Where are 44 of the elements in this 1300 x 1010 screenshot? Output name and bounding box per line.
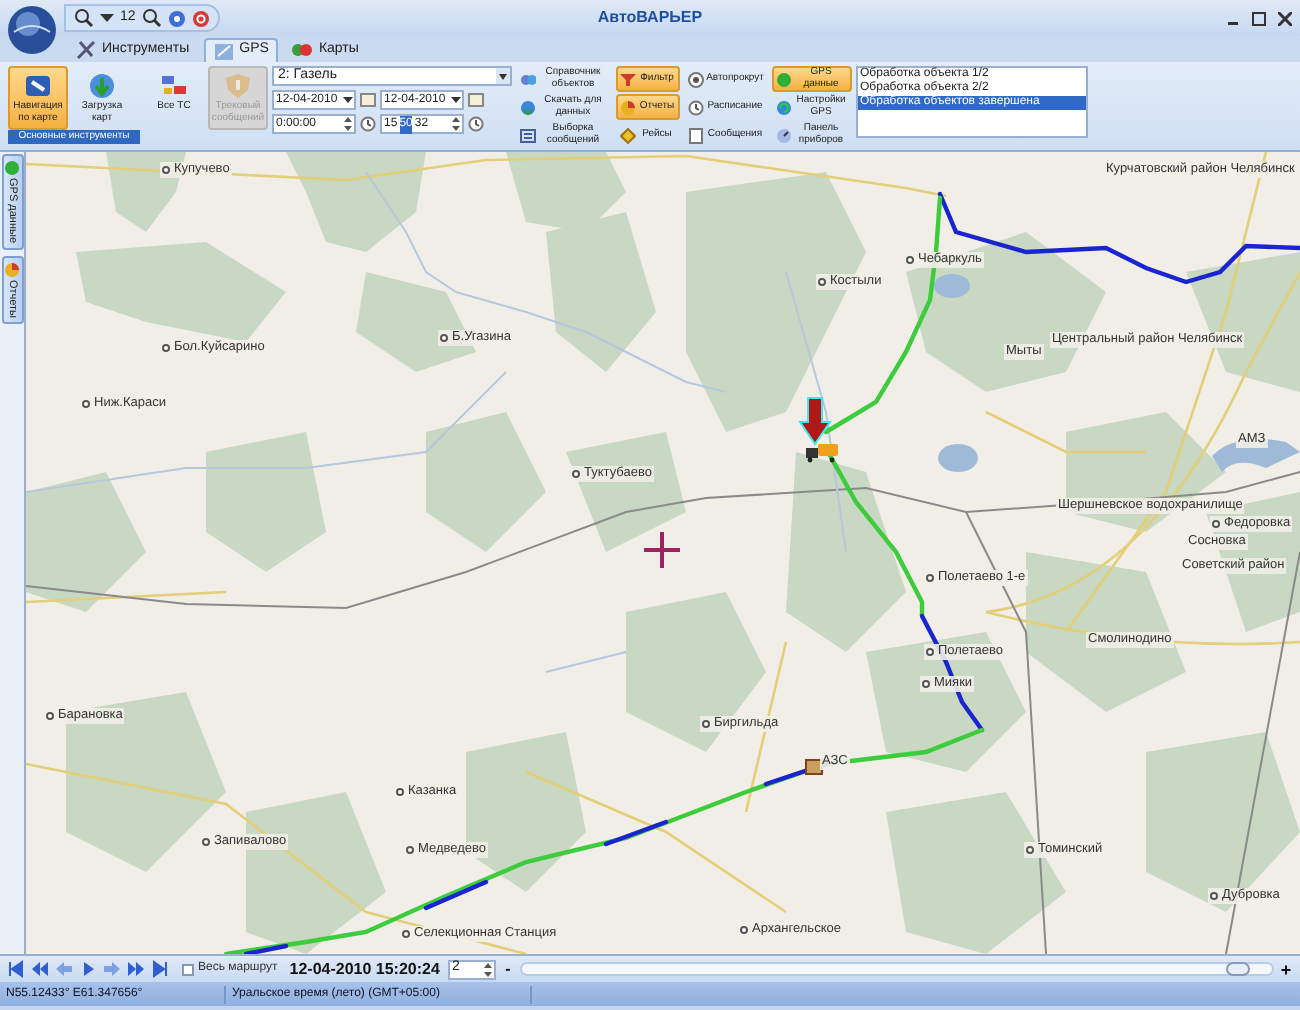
download-icon — [88, 72, 116, 100]
clock-icon — [688, 99, 704, 115]
pie-chart-icon — [4, 261, 20, 277]
zoom-in-button[interactable]: + — [1278, 961, 1294, 977]
funnel-icon — [620, 71, 636, 87]
zoom-out-button[interactable]: - — [499, 961, 516, 977]
crosshair-icon — [642, 530, 682, 570]
caret-icon[interactable] — [100, 12, 114, 24]
close-icon[interactable] — [1278, 11, 1292, 25]
window-title: АвтоВАРЬЕР — [595, 6, 705, 30]
zoom-out-icon[interactable] — [74, 8, 94, 28]
fast-forward-icon[interactable] — [126, 960, 146, 978]
gauge-icon — [776, 127, 792, 143]
clock-icon[interactable] — [360, 116, 376, 132]
fuel-station-icon — [805, 759, 823, 775]
document-icon — [688, 127, 704, 143]
diamond-icon — [620, 127, 636, 143]
dots-icon — [292, 40, 313, 60]
pie-chart-icon — [620, 99, 636, 115]
spinner-icon — [342, 116, 354, 132]
clock-icon[interactable] — [468, 116, 484, 132]
shield-icon — [224, 72, 252, 100]
caret-icon — [342, 94, 354, 106]
rewind-icon[interactable] — [30, 960, 50, 978]
skip-back-icon[interactable] — [6, 960, 26, 978]
maximize-icon[interactable] — [1252, 11, 1266, 25]
playback-timestamp: 12-04-2010 15:20:24 — [289, 957, 440, 981]
calendar-icon[interactable] — [360, 92, 376, 108]
slider-thumb[interactable] — [1225, 962, 1250, 976]
caret-icon — [450, 94, 462, 106]
truck-icon — [806, 444, 838, 463]
play-icon[interactable] — [78, 960, 98, 978]
zoom-in-icon[interactable] — [141, 8, 162, 28]
circle-icon — [776, 71, 792, 87]
calendar-icon[interactable] — [468, 92, 484, 108]
arrow-icon — [798, 397, 832, 446]
refresh-icon — [776, 99, 792, 115]
skip-forward-icon[interactable] — [150, 960, 170, 978]
list-icon — [520, 127, 536, 143]
caret-icon — [496, 68, 510, 84]
timeline-slider[interactable] — [519, 962, 1274, 976]
spinner-icon — [481, 961, 494, 977]
circle-icon — [4, 160, 20, 176]
spinner-icon — [450, 116, 462, 132]
